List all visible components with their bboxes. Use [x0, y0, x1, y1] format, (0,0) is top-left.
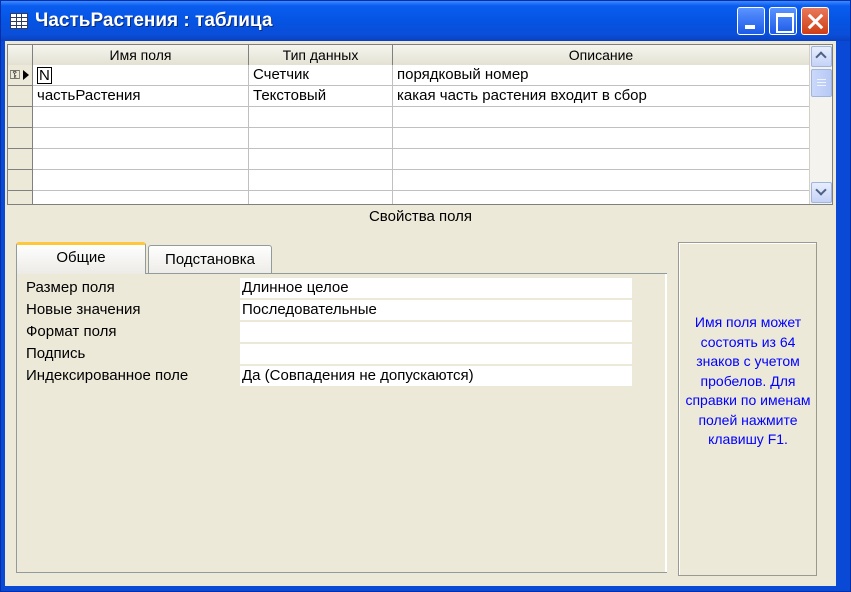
general-properties-panel: Размер поля Длинное целое Новые значения… — [16, 273, 667, 573]
header-description[interactable]: Описание — [393, 45, 810, 65]
tab-general[interactable]: Общие — [16, 242, 146, 274]
data-type-cell[interactable] — [249, 170, 393, 191]
row-selector[interactable] — [8, 170, 33, 191]
empty-row[interactable] — [8, 149, 810, 170]
row-selector[interactable]: ⚿ — [8, 65, 33, 86]
data-type-cell[interactable] — [249, 149, 393, 170]
field-name-cell[interactable] — [33, 149, 249, 170]
field-name-cell[interactable] — [33, 128, 249, 149]
description-cell[interactable] — [393, 191, 810, 204]
property-label: Подпись — [26, 345, 86, 362]
scroll-thumb[interactable] — [811, 69, 832, 97]
primary-key-icon: ⚿ — [10, 67, 20, 82]
row-selector[interactable] — [8, 149, 33, 170]
minimize-button[interactable] — [737, 7, 765, 35]
grid-header: Имя поля Тип данных Описание — [8, 45, 810, 65]
empty-row[interactable] — [8, 128, 810, 149]
data-type-cell[interactable]: Счетчик — [249, 65, 393, 86]
table-row[interactable]: ⚿ N Счетчик порядковый номер — [8, 65, 810, 86]
row-selector[interactable] — [8, 191, 33, 204]
description-cell[interactable] — [393, 170, 810, 191]
property-row[interactable]: Размер поля Длинное целое — [17, 278, 637, 300]
property-label: Новые значения — [26, 301, 141, 318]
indexed-value[interactable]: Да (Совпадения не допускаются) — [240, 366, 632, 387]
property-label: Индексированное поле — [26, 367, 189, 384]
close-button[interactable] — [801, 7, 829, 35]
property-label: Формат поля — [26, 323, 117, 340]
hint-text: Имя поля может состоять из 64 знаков с у… — [685, 314, 811, 447]
data-type-cell[interactable] — [249, 191, 393, 204]
description-cell[interactable] — [393, 149, 810, 170]
row-selector[interactable] — [8, 128, 33, 149]
title-bar[interactable]: ЧастьРастения : таблица — [1, 1, 850, 41]
empty-row[interactable] — [8, 107, 810, 128]
data-type-cell[interactable] — [249, 128, 393, 149]
field-name-cell[interactable] — [33, 107, 249, 128]
empty-row[interactable] — [8, 191, 810, 204]
field-grid: Имя поля Тип данных Описание ⚿ N Счетчик… — [7, 44, 833, 205]
window-title: ЧастьРастения : таблица — [35, 10, 273, 31]
header-field-name[interactable]: Имя поля — [33, 45, 249, 65]
field-name-value[interactable]: N — [37, 67, 52, 84]
field-name-cell[interactable] — [33, 170, 249, 191]
description-cell[interactable] — [393, 128, 810, 149]
format-value[interactable] — [240, 322, 632, 343]
new-values-value[interactable]: Последовательные — [240, 300, 632, 321]
caption-value[interactable] — [240, 344, 632, 365]
grid-vertical-scrollbar[interactable] — [809, 45, 832, 204]
field-name-cell[interactable]: N — [33, 65, 249, 86]
hint-panel: Имя поля может состоять из 64 знаков с у… — [678, 242, 817, 576]
description-cell[interactable]: какая часть растения входит в сбор — [393, 86, 810, 107]
property-row[interactable]: Новые значения Последовательные — [17, 300, 637, 322]
table-row[interactable]: частьРастения Текстовый какая часть раст… — [8, 86, 810, 107]
data-type-cell[interactable]: Текстовый — [249, 86, 393, 107]
header-data-type[interactable]: Тип данных — [249, 45, 393, 65]
current-row-arrow-icon — [23, 70, 29, 80]
field-size-value[interactable]: Длинное целое — [240, 278, 632, 299]
empty-row[interactable] — [8, 170, 810, 191]
header-corner — [8, 45, 33, 65]
table-design-window: ЧастьРастения : таблица Имя поля Тип дан… — [0, 0, 851, 592]
field-properties-caption: Свойства поля — [368, 208, 473, 225]
property-row[interactable]: Подпись — [17, 344, 637, 366]
description-cell[interactable]: порядковый номер — [393, 65, 810, 86]
maximize-button[interactable] — [769, 7, 797, 35]
property-row[interactable]: Индексированное поле Да (Совпадения не д… — [17, 366, 637, 388]
property-label: Размер поля — [26, 279, 115, 296]
tab-lookup[interactable]: Подстановка — [148, 245, 272, 275]
scroll-down-arrow-icon[interactable] — [811, 182, 832, 203]
scroll-up-arrow-icon[interactable] — [811, 46, 832, 67]
table-icon — [10, 13, 28, 29]
client-area: Имя поля Тип данных Описание ⚿ N Счетчик… — [5, 41, 836, 586]
row-selector[interactable] — [8, 107, 33, 128]
row-selector[interactable] — [8, 86, 33, 107]
description-cell[interactable] — [393, 107, 810, 128]
data-type-cell[interactable] — [249, 107, 393, 128]
field-name-cell[interactable] — [33, 191, 249, 204]
field-name-cell[interactable]: частьРастения — [33, 86, 249, 107]
property-row[interactable]: Формат поля — [17, 322, 637, 344]
